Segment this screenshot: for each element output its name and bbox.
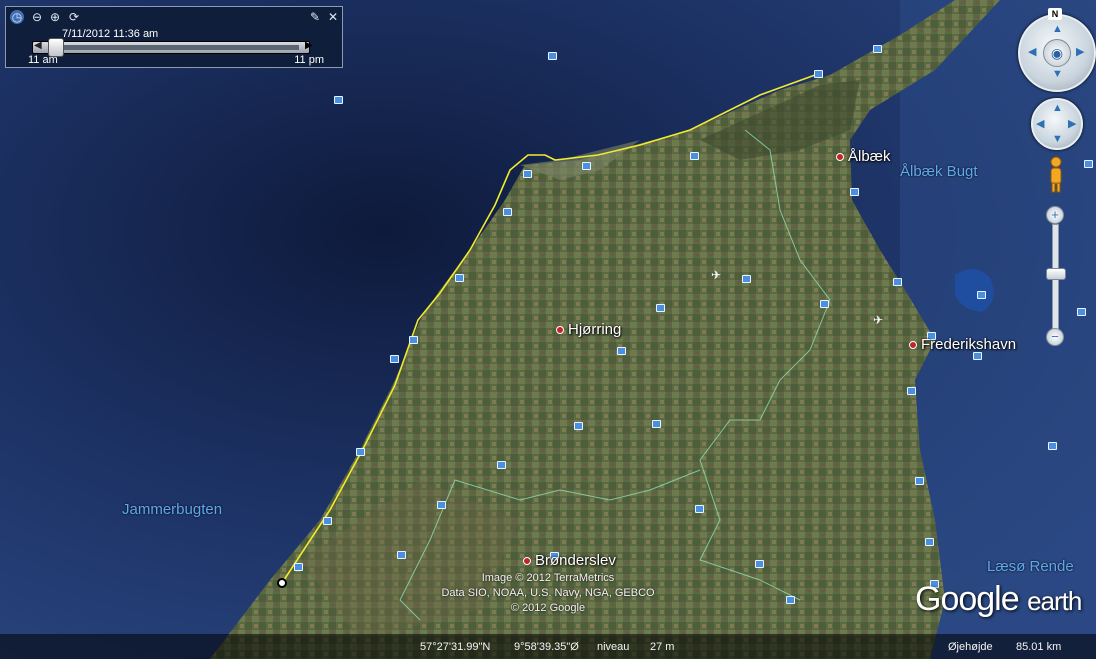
zoom-in-icon[interactable]: ⊕ xyxy=(48,10,62,24)
photo-pin-icon[interactable] xyxy=(390,355,399,363)
water-label-laeso-rende: Læsø Rende xyxy=(987,558,1074,575)
north-indicator[interactable]: N xyxy=(1048,8,1062,20)
photo-pin-icon[interactable] xyxy=(409,336,418,344)
photo-pin-icon[interactable] xyxy=(973,352,982,360)
look-up-icon[interactable]: ▲ xyxy=(1052,23,1063,35)
street-view-pegman-icon[interactable] xyxy=(1046,156,1066,194)
photo-pin-icon[interactable] xyxy=(397,551,406,559)
zoom-out-button[interactable]: − xyxy=(1046,328,1064,346)
photo-pin-icon[interactable] xyxy=(925,538,934,546)
photo-pin-icon[interactable] xyxy=(786,596,795,604)
refresh-icon[interactable]: ⟳ xyxy=(67,10,81,24)
zoom-in-button[interactable]: + xyxy=(1046,206,1064,224)
attribution-line-2: Data SIO, NOAA, U.S. Navy, NGA, GEBCO xyxy=(441,587,655,599)
look-around-control[interactable]: ▲ ▼ ◀ ▶ ◉ xyxy=(1018,14,1096,92)
photo-pin-icon[interactable] xyxy=(523,170,532,178)
photo-pin-icon[interactable] xyxy=(656,304,665,312)
photo-pin-icon[interactable] xyxy=(690,152,699,160)
city-marker-icon xyxy=(909,341,917,350)
move-up-icon[interactable]: ▲ xyxy=(1052,102,1063,114)
zoom-slider[interactable]: + − xyxy=(1046,206,1066,346)
photo-pin-icon[interactable] xyxy=(437,501,446,509)
time-range-end: 11 pm xyxy=(294,54,324,66)
city-marker-icon xyxy=(523,557,531,566)
photo-pin-icon[interactable] xyxy=(503,208,512,216)
track-start-marker xyxy=(277,578,287,588)
photo-pin-icon[interactable] xyxy=(977,291,986,299)
city-marker-icon xyxy=(836,153,844,162)
time-range-start: 11 am xyxy=(28,54,58,66)
look-down-icon[interactable]: ▼ xyxy=(1052,68,1063,80)
photo-pin-icon[interactable] xyxy=(873,45,882,53)
time-slider-panel: ◷ ⊖ ⊕ ⟳ ✎ ✕ 7/11/2012 11:36 am ◀ ▶ 11 am… xyxy=(5,6,343,68)
photo-pin-icon[interactable] xyxy=(617,347,626,355)
move-left-icon[interactable]: ◀ xyxy=(1036,117,1044,130)
photo-pin-icon[interactable] xyxy=(742,275,751,283)
status-eye-altitude-label: Øjehøjde xyxy=(948,641,993,653)
place-hjorring[interactable]: Hjørring xyxy=(556,321,621,338)
place-bronderslev[interactable]: Brønderslev xyxy=(523,552,616,569)
look-left-icon[interactable]: ◀ xyxy=(1028,45,1036,58)
status-bar: 57°27'31.99"N 9°58'39.35"Ø niveau 27 m Ø… xyxy=(0,634,1096,659)
time-slider-date: 7/11/2012 11:36 am xyxy=(62,28,159,40)
photo-pin-icon[interactable] xyxy=(548,52,557,60)
move-right-icon[interactable]: ▶ xyxy=(1068,117,1076,130)
photo-pin-icon[interactable] xyxy=(334,96,343,104)
photo-pin-icon[interactable] xyxy=(907,387,916,395)
airport-icon: ✈ xyxy=(711,268,721,282)
photo-pin-icon[interactable] xyxy=(323,517,332,525)
photo-pin-icon[interactable] xyxy=(356,448,365,456)
airport-icon: ✈ xyxy=(873,313,883,327)
eye-icon[interactable]: ◉ xyxy=(1043,39,1071,67)
photo-pin-icon[interactable] xyxy=(294,563,303,571)
photo-pin-icon[interactable] xyxy=(455,274,464,282)
move-control[interactable]: ▲ ▼ ◀ ▶ xyxy=(1031,98,1083,150)
water-label-jammerbugten: Jammerbugten xyxy=(122,501,223,518)
photo-pin-icon[interactable] xyxy=(814,70,823,78)
wrench-icon[interactable]: ✎ xyxy=(308,10,322,24)
place-frederikshavn[interactable]: Frederikshavn xyxy=(909,336,1016,353)
photo-pin-icon[interactable] xyxy=(574,422,583,430)
status-eye-altitude-value: 85.01 km xyxy=(1016,641,1062,653)
photo-pin-icon[interactable] xyxy=(820,300,829,308)
water-label-alback-bugt: Ålbæk Bugt xyxy=(900,163,978,180)
status-elevation-value: 27 m xyxy=(650,641,675,653)
photo-pin-icon[interactable] xyxy=(695,505,704,513)
photo-pin-icon[interactable] xyxy=(755,560,764,568)
city-marker-icon xyxy=(556,326,564,335)
attribution-line-3: © 2012 Google xyxy=(510,602,586,614)
close-icon[interactable]: ✕ xyxy=(326,10,340,24)
status-elevation-label: niveau xyxy=(597,641,630,653)
photo-pin-icon[interactable] xyxy=(1077,308,1086,316)
slider-left-icon[interactable]: ◀ xyxy=(34,40,42,51)
zoom-thumb[interactable] xyxy=(1046,268,1066,280)
photo-pin-icon[interactable] xyxy=(582,162,591,170)
zoom-out-icon[interactable]: ⊖ xyxy=(30,10,44,24)
photo-pin-icon[interactable] xyxy=(1084,160,1093,168)
status-latitude: 57°27'31.99"N xyxy=(420,641,491,653)
photo-pin-icon[interactable] xyxy=(893,278,902,286)
place-alback[interactable]: Ålbæk xyxy=(836,148,891,165)
play-forward-icon[interactable]: ▶ xyxy=(305,40,313,51)
status-longitude: 9°58'39.35"Ø xyxy=(514,641,579,653)
photo-pin-icon[interactable] xyxy=(652,420,661,428)
photo-pin-icon[interactable] xyxy=(915,477,924,485)
google-earth-logo: Google earth xyxy=(915,580,1082,618)
move-down-icon[interactable]: ▼ xyxy=(1052,133,1063,145)
look-right-icon[interactable]: ▶ xyxy=(1076,45,1084,58)
photo-pin-icon[interactable] xyxy=(1048,442,1057,450)
time-slider-track[interactable] xyxy=(32,41,310,54)
photo-pin-icon[interactable] xyxy=(850,188,859,196)
clock-icon[interactable]: ◷ xyxy=(10,10,24,24)
photo-pin-icon[interactable] xyxy=(497,461,506,469)
attribution-line-1: Image © 2012 TerraMetrics xyxy=(481,572,615,584)
